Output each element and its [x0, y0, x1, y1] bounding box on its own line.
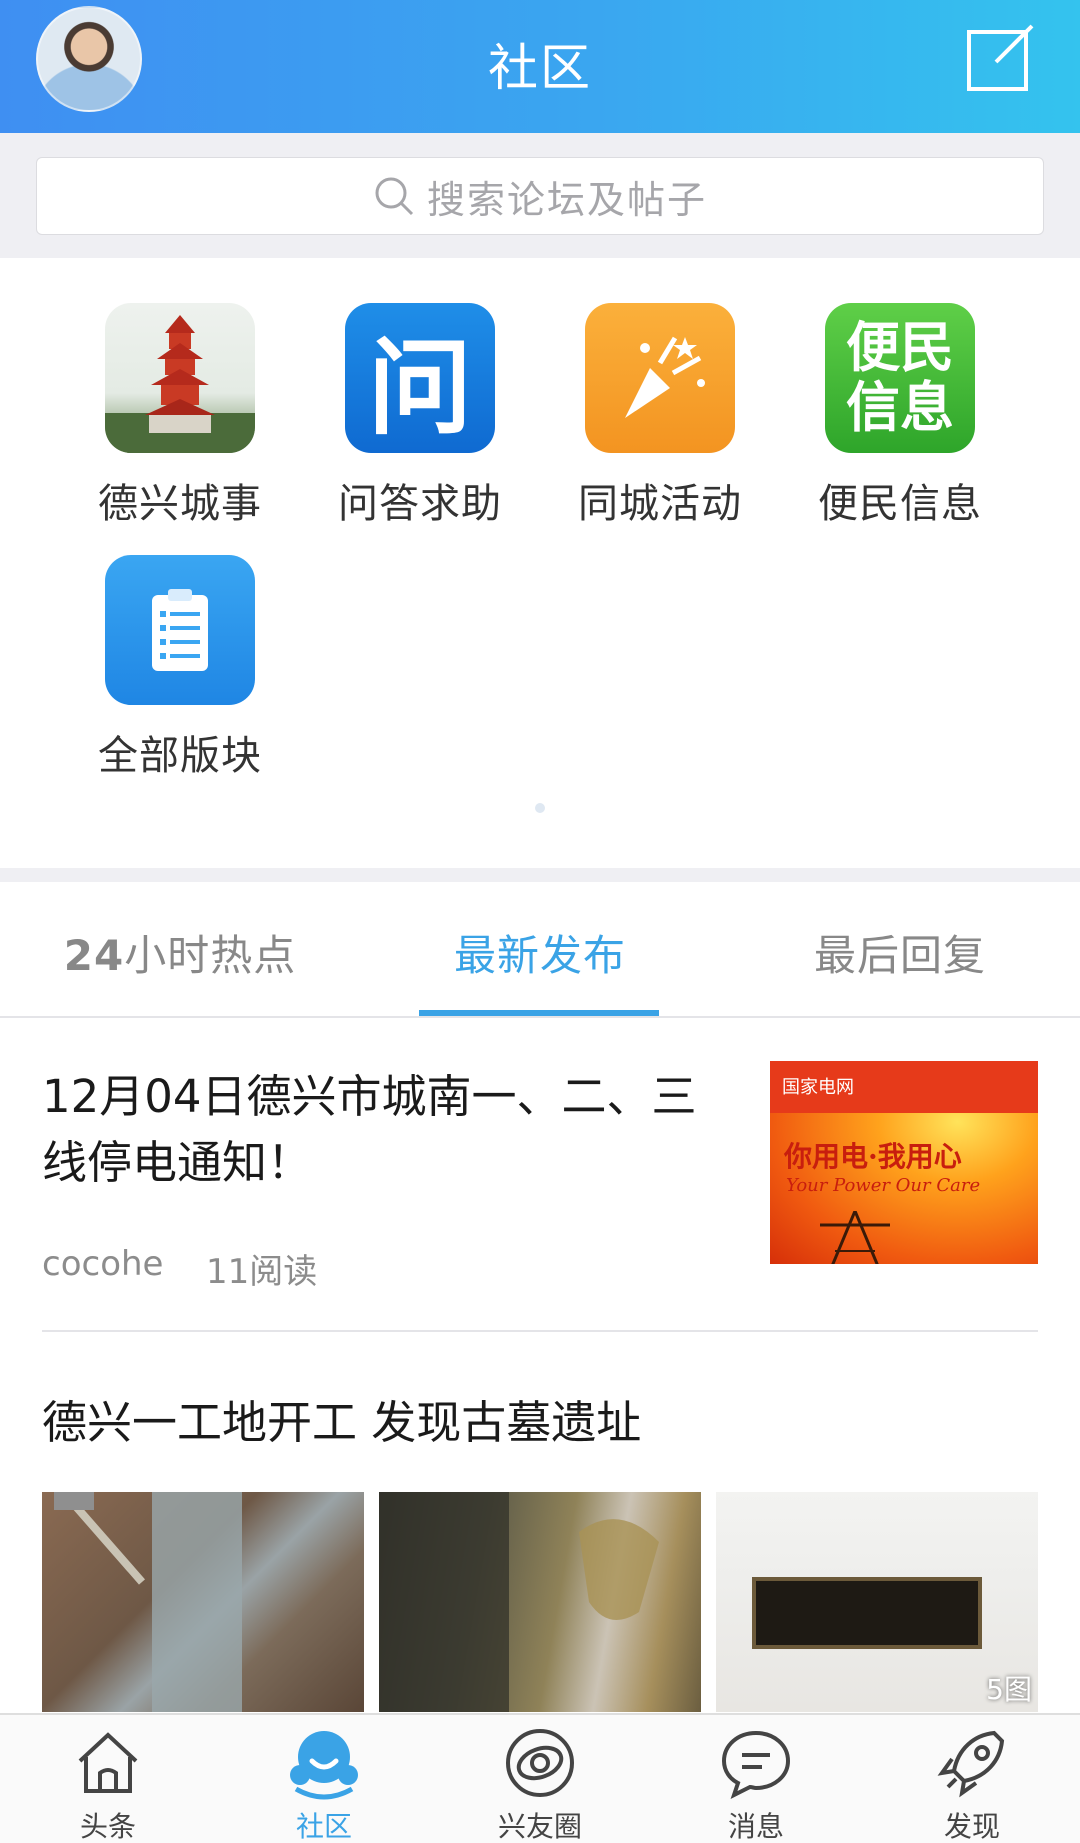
- post-read-count: 11阅读: [206, 1252, 318, 1292]
- compose-icon[interactable]: [966, 22, 1036, 92]
- page-title: 社区: [488, 39, 592, 97]
- tab-24h-hot[interactable]: 24小时热点: [0, 922, 360, 983]
- rocket-icon: [937, 1730, 1005, 1798]
- thumbnail-slogan: 你用电·我用心: [784, 1140, 962, 1173]
- plaque-image: [752, 1577, 982, 1649]
- power-tower-icon: [820, 1211, 890, 1264]
- search-input[interactable]: 搜索论坛及帖子: [36, 157, 1044, 235]
- active-tab-indicator: [419, 1010, 659, 1016]
- thumbnail-brand: 国家电网: [782, 1077, 854, 1098]
- tab-last-reply[interactable]: 最后回复: [720, 922, 1080, 983]
- post-title: 12月04日德兴市城南一、二、三 线停电通知！: [42, 1070, 697, 1189]
- category-all-boards[interactable]: 全部版块: [80, 555, 280, 781]
- nav-label: 社区: [295, 1810, 352, 1843]
- pagoda-icon: [105, 303, 255, 453]
- home-icon: [78, 1732, 138, 1793]
- category-label: 全部版块: [98, 733, 262, 779]
- bottom-nav: 头条 社区 兴友圈 消息 发现: [0, 1713, 1080, 1843]
- category-city-events[interactable]: 同城活动: [560, 303, 760, 529]
- nav-community[interactable]: 社区: [216, 1725, 432, 1843]
- post-title: 德兴一工地开工 发现古墓遗址: [42, 1396, 642, 1449]
- question-icon: 问: [345, 303, 495, 453]
- category-label: 同城活动: [578, 481, 742, 527]
- image-count-badge: 5图: [986, 1673, 1032, 1706]
- top-header: 社区: [0, 0, 1080, 133]
- category-label: 便民信息: [818, 481, 982, 527]
- post-photo: 5图: [716, 1492, 1038, 1712]
- pager-dot: [535, 803, 545, 813]
- search-icon: [375, 177, 414, 216]
- category-label: 德兴城事: [98, 481, 262, 527]
- info-icon: 便民 信息: [825, 303, 975, 453]
- post-photo: [379, 1492, 701, 1712]
- thumbnail-subtitle: Your Power Our Care: [786, 1175, 981, 1196]
- nav-headlines[interactable]: 头条: [0, 1725, 216, 1843]
- nav-label: 发现: [943, 1810, 1000, 1843]
- tab-latest[interactable]: 最新发布: [360, 922, 720, 983]
- search-placeholder: 搜索论坛及帖子: [426, 177, 707, 222]
- party-popper-icon: [585, 303, 735, 453]
- post-thumbnail: 国家电网 你用电·我用心 Your Power Our Care: [770, 1061, 1038, 1264]
- post-photo: [42, 1492, 364, 1712]
- post-tabs: 24小时热点 最新发布 最后回复: [0, 882, 1080, 1018]
- nav-label: 消息: [727, 1810, 784, 1843]
- orbit-icon: [506, 1729, 574, 1797]
- category-dexing-news[interactable]: 德兴城事: [80, 303, 280, 529]
- post-author: cocohe: [42, 1244, 164, 1284]
- nav-discover[interactable]: 发现: [864, 1725, 1080, 1843]
- nav-label: 头条: [79, 1810, 136, 1843]
- category-convenience-info[interactable]: 便民 信息 便民信息: [800, 303, 1000, 529]
- section-separator: [0, 868, 1080, 882]
- message-icon: [721, 1730, 791, 1799]
- community-icon: [290, 1731, 358, 1800]
- nav-label: 兴友圈: [497, 1810, 582, 1843]
- post-divider: [42, 1330, 1038, 1332]
- category-label: 问答求助: [338, 481, 502, 527]
- clipboard-list-icon: [105, 555, 255, 705]
- nav-friends-circle[interactable]: 兴友圈: [432, 1725, 648, 1843]
- nav-messages[interactable]: 消息: [648, 1725, 864, 1843]
- category-qa-help[interactable]: 问 问答求助: [320, 303, 520, 529]
